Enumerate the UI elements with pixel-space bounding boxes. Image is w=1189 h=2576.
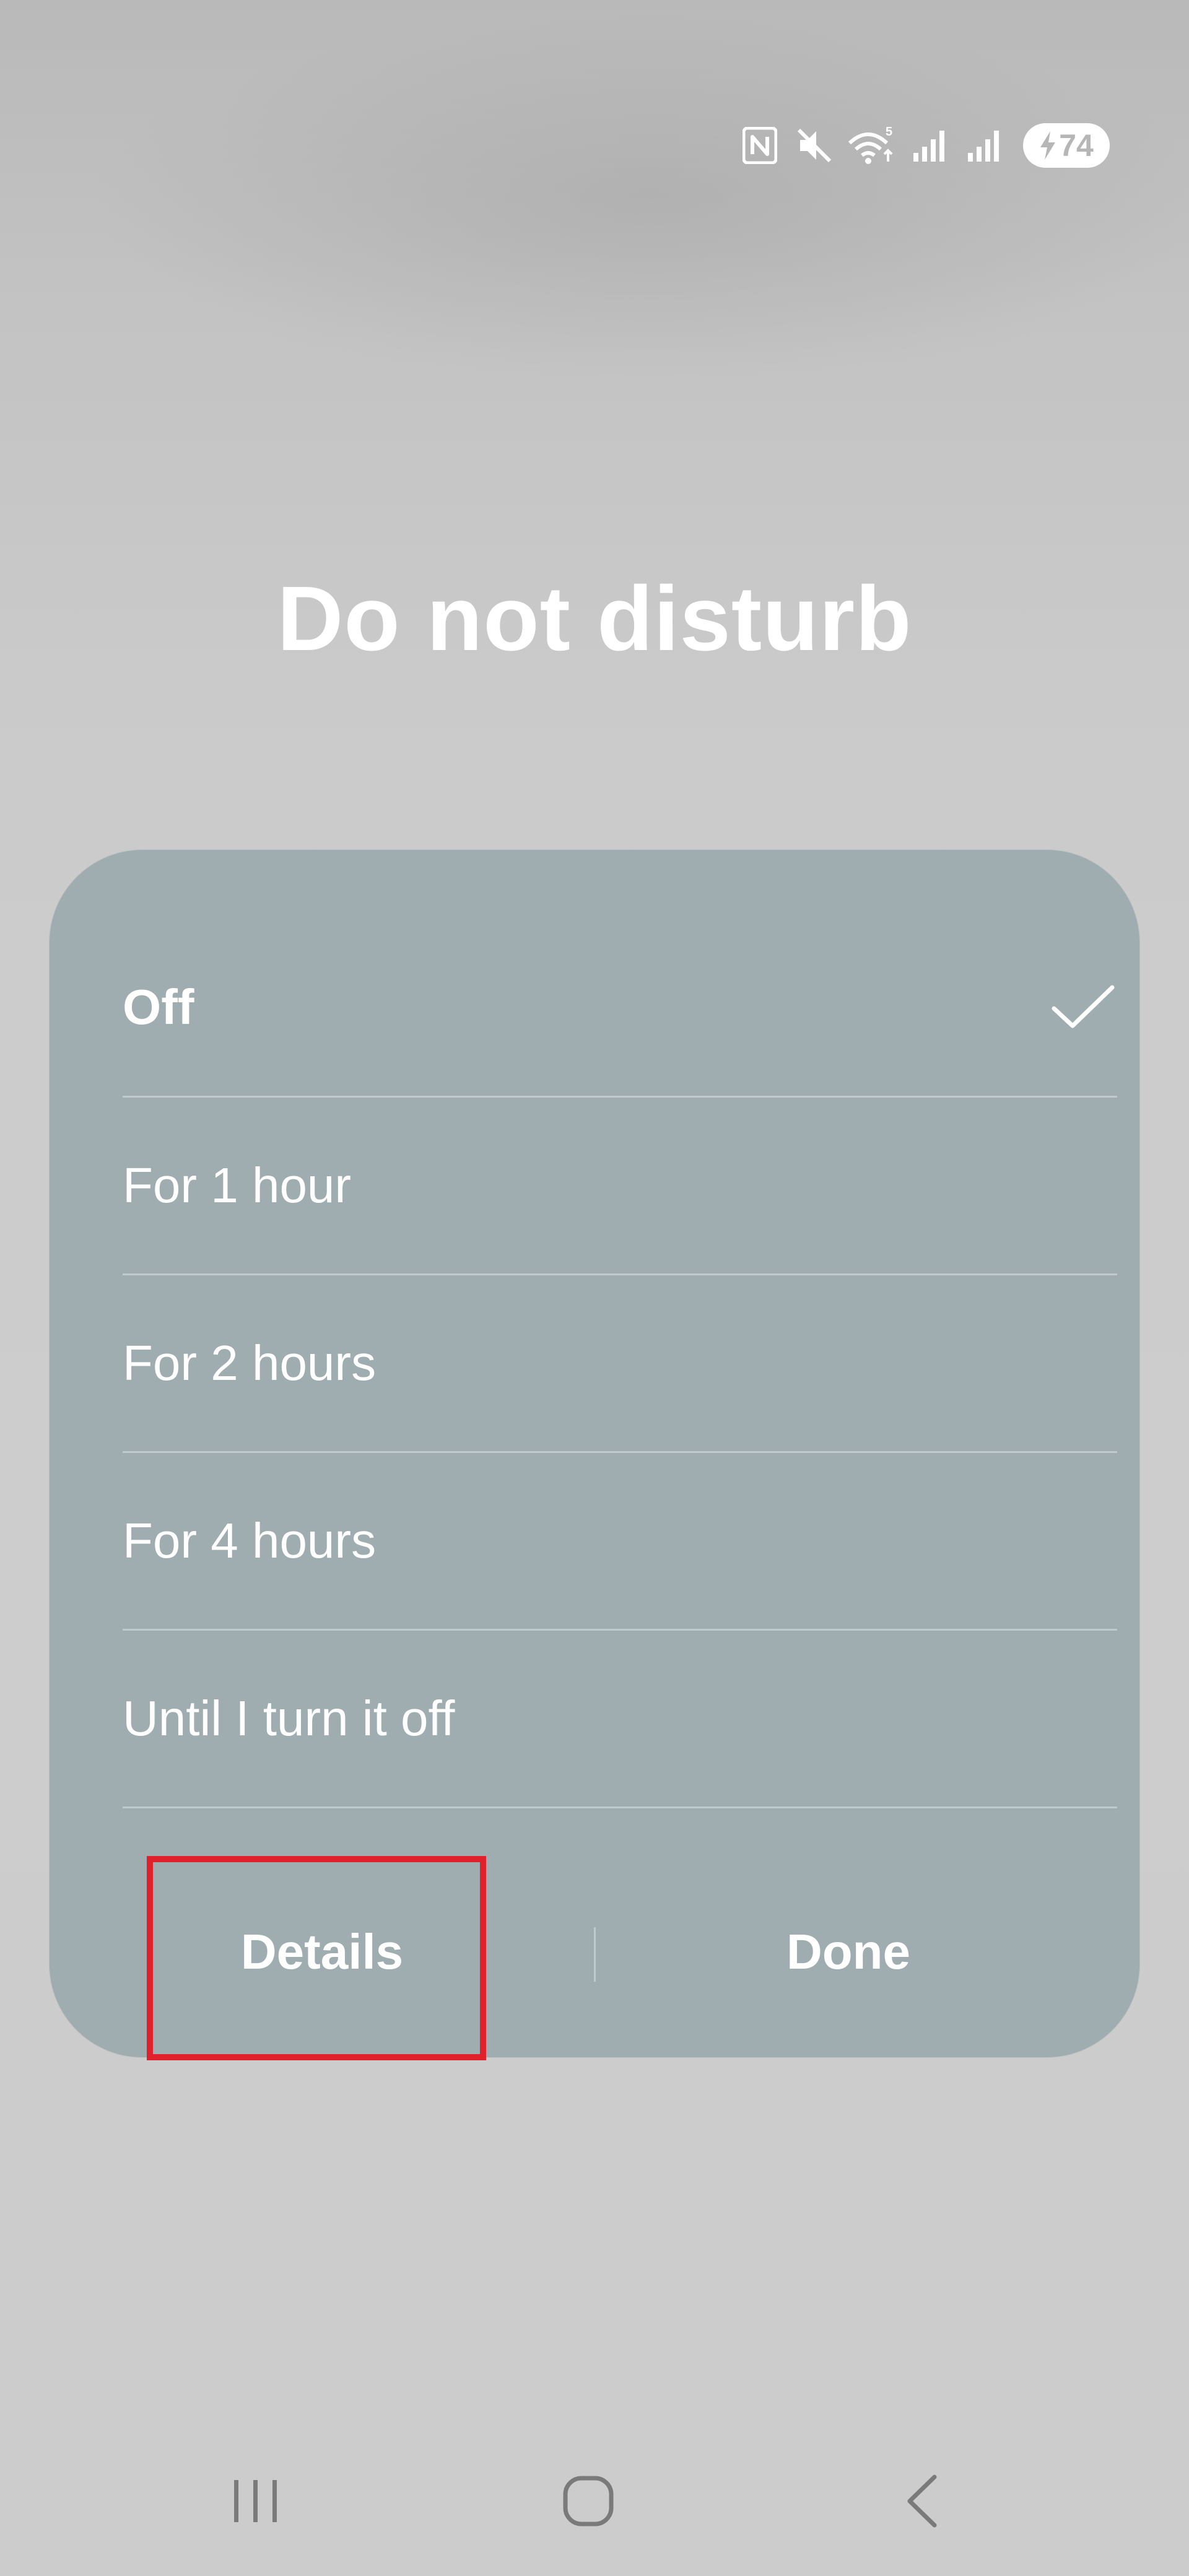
option-2-hours[interactable]: For 2 hours: [123, 1275, 1117, 1453]
option-label: For 4 hours: [123, 1513, 377, 1568]
charging-icon: [1040, 131, 1056, 160]
recent-apps-icon: [234, 2480, 277, 2522]
home-button[interactable]: [526, 2452, 650, 2551]
option-off[interactable]: Off: [123, 850, 1117, 1098]
nfc-icon: [738, 124, 782, 167]
mute-icon: [793, 124, 836, 167]
back-button[interactable]: [861, 2452, 985, 2551]
option-label: For 1 hour: [123, 1158, 352, 1213]
option-label: For 2 hours: [123, 1335, 377, 1390]
background-blur: [0, 0, 1189, 433]
highlight-box: [147, 1856, 486, 2060]
signal-icon: [908, 124, 951, 167]
option-1-hour[interactable]: For 1 hour: [123, 1098, 1117, 1275]
back-icon: [907, 2474, 937, 2528]
page-title: Do not disturb: [277, 568, 912, 670]
done-button[interactable]: Done: [594, 1847, 1102, 2057]
wifi-icon: 5: [847, 124, 897, 167]
option-label: Off: [123, 979, 194, 1034]
option-until-off[interactable]: Until I turn it off: [123, 1631, 1117, 1808]
signal-icon: [962, 124, 1006, 167]
option-label: Until I turn it off: [123, 1691, 455, 1746]
home-icon: [563, 2476, 614, 2526]
option-list: Off For 1 hour For 2 hours For 4 hours U…: [123, 850, 1117, 1808]
wifi-badge: 5: [886, 126, 892, 139]
status-bar: 5 74: [738, 118, 1110, 173]
checkmark-icon: [1052, 985, 1115, 1028]
navigation-bar: [0, 2452, 1189, 2551]
recent-apps-button[interactable]: [194, 2452, 318, 2551]
battery-indicator: 74: [1023, 123, 1110, 168]
option-4-hours[interactable]: For 4 hours: [123, 1453, 1117, 1631]
battery-level: 74: [1059, 128, 1094, 163]
